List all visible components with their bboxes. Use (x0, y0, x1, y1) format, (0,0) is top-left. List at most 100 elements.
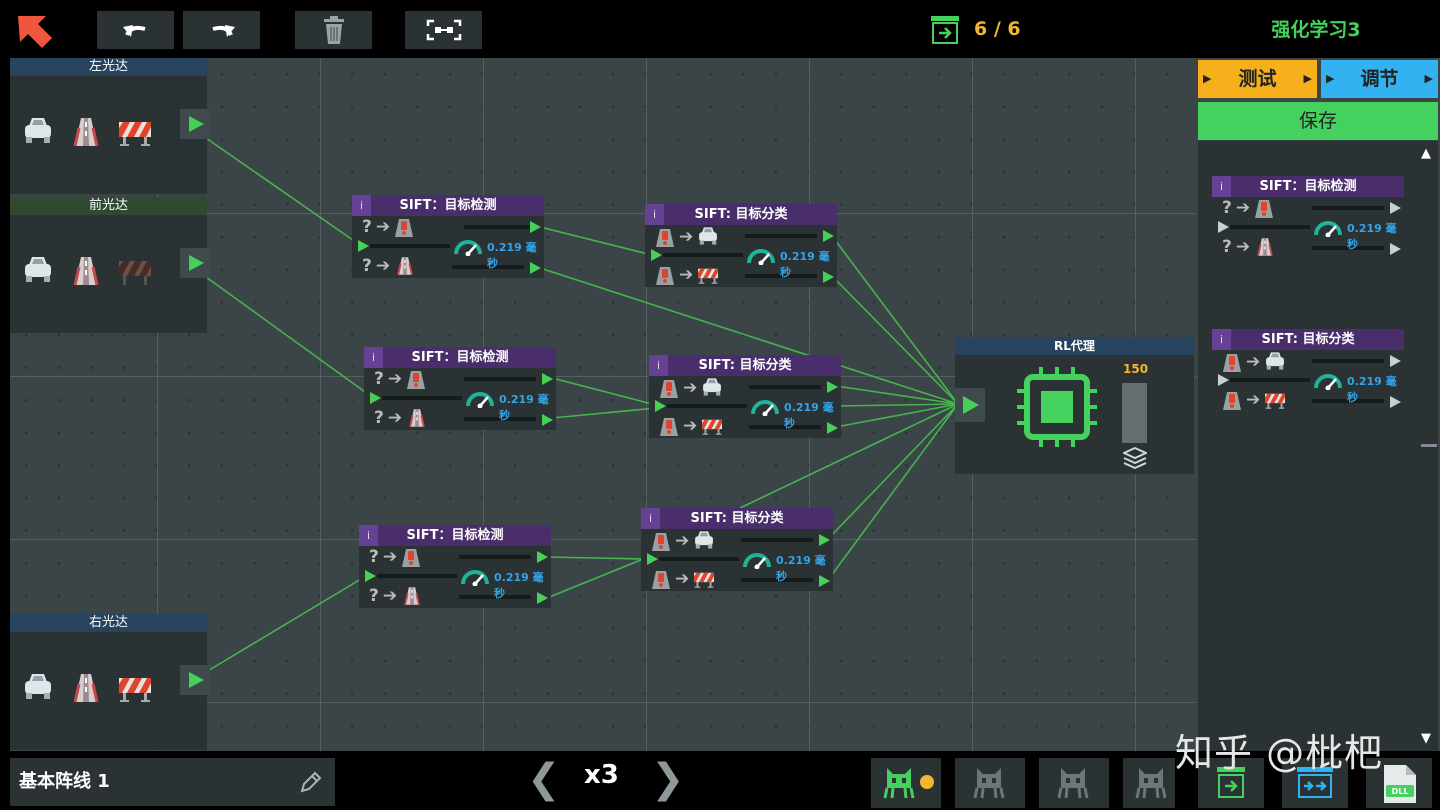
pencil-icon[interactable] (299, 770, 323, 794)
output-port[interactable] (180, 665, 210, 695)
pedestrian-sign-icon (73, 672, 99, 704)
sift-detect-node[interactable]: i SIFT：目标检测 ? ➔ ? ➔ 0.219 毫秒 (359, 525, 551, 608)
unknown-icon: ? (1222, 198, 1232, 218)
output-port (1390, 243, 1401, 255)
barrier-disabled-icon (119, 261, 151, 285)
robot-slot[interactable] (1039, 758, 1109, 808)
pedestrian-sign-icon (1257, 237, 1273, 257)
play-icon (189, 672, 204, 688)
input-port[interactable] (647, 553, 658, 565)
output-port[interactable] (819, 575, 830, 587)
lidar-front[interactable]: 前光达 (10, 197, 210, 333)
input-port[interactable] (370, 392, 381, 404)
output-port[interactable] (542, 414, 553, 426)
robot-slot[interactable] (955, 758, 1025, 808)
gauge-icon (747, 249, 775, 265)
rl-agent-node[interactable]: RL代理 150 (955, 337, 1194, 474)
info-icon[interactable]: i (649, 355, 668, 376)
dll-file-icon: DLL (1384, 765, 1416, 803)
sift-detect-node[interactable]: i SIFT：目标检测 ? ➔ ? ➔ 0.219 毫秒 (364, 347, 556, 430)
trash-icon (323, 16, 344, 44)
output-port[interactable] (180, 248, 210, 278)
lidar-left[interactable]: 左光达 (10, 58, 210, 194)
library-item-detect[interactable]: i SIFT：目标检测 ? ➔ ? ➔ 0.219 毫秒 (1212, 176, 1404, 259)
play-icon: ▶ (1303, 72, 1312, 85)
layout-name: 基本阵线 1 (19, 771, 110, 792)
lidar-right[interactable]: 右光达 (10, 614, 210, 750)
tab-test[interactable]: ▶ 测试 ▶ (1198, 60, 1317, 98)
scrollbar-thumb[interactable] (1421, 444, 1437, 447)
sift-classify-node[interactable]: i SIFT: 目标分类 ➔ ➔ 0.219 毫秒 (645, 204, 837, 287)
chip-icon (1017, 367, 1097, 447)
exit-chip-icon (930, 15, 960, 49)
output-port[interactable] (537, 592, 548, 604)
sift-classify-node[interactable]: i SIFT: 目标分类 ➔ ➔ 0.219 毫秒 (649, 355, 841, 438)
level-title: 强化学习3 (1271, 19, 1361, 41)
input-port[interactable] (955, 388, 985, 422)
speed-increase-button[interactable]: ❯ (651, 756, 685, 802)
watermark: 知乎 @枇杷 (1175, 731, 1384, 775)
reward-meter (1122, 383, 1147, 443)
arrow-icon: ➔ (683, 416, 698, 436)
pedestrian-sign-icon (73, 116, 99, 148)
arrow-icon: ➔ (675, 569, 690, 589)
output-port[interactable] (537, 551, 548, 563)
robot-slot[interactable] (1123, 758, 1175, 808)
info-icon[interactable]: i (364, 347, 383, 368)
delete-button[interactable] (295, 11, 372, 49)
speed-decrease-button[interactable]: ❮ (527, 756, 561, 802)
input-port[interactable] (358, 240, 369, 252)
output-port[interactable] (819, 534, 830, 546)
robot-slot-active[interactable] (871, 758, 941, 808)
info-icon[interactable]: i (1212, 176, 1231, 197)
arrow-icon: ➔ (683, 378, 698, 398)
input-port[interactable] (651, 249, 662, 261)
scroll-down-icon[interactable]: ▼ (1421, 731, 1431, 746)
output-port[interactable] (180, 109, 210, 139)
node-title: SIFT：目标检测 (1259, 179, 1357, 194)
output-port[interactable] (823, 271, 834, 283)
output-port[interactable] (542, 373, 553, 385)
undo-button[interactable] (97, 11, 174, 49)
output-port[interactable] (530, 262, 541, 274)
info-icon[interactable]: i (1212, 329, 1231, 350)
tab-tune[interactable]: ▶ 调节 ▶ (1321, 60, 1438, 98)
hazard-icon (652, 533, 670, 551)
arrow-icon: ➔ (375, 217, 391, 237)
library-item-classify[interactable]: i SIFT: 目标分类 ➔ ➔ 0.219 毫秒 (1212, 329, 1404, 412)
redo-button[interactable] (183, 11, 260, 49)
unknown-icon: ? (1222, 237, 1232, 257)
layout-name-field[interactable]: 基本阵线 1 (10, 758, 335, 806)
input-port[interactable] (655, 400, 666, 412)
info-icon[interactable]: i (359, 525, 378, 546)
play-icon: ▶ (1326, 72, 1335, 85)
hazard-icon (656, 229, 674, 247)
barrier-icon (694, 572, 715, 588)
arrow-icon: ➔ (675, 531, 690, 551)
info-icon[interactable]: i (641, 508, 660, 529)
output-port[interactable] (530, 221, 541, 233)
pedestrian-sign-icon (404, 586, 420, 606)
info-icon[interactable]: i (645, 204, 664, 225)
reward-value: 150 (1123, 362, 1149, 376)
sift-classify-node[interactable]: i SIFT: 目标分类 ➔ ➔ 0.219 毫秒 (641, 508, 833, 591)
input-port[interactable] (365, 570, 376, 582)
status-dot (920, 775, 934, 789)
arrow-icon: ➔ (1246, 390, 1261, 410)
unknown-icon: ? (362, 217, 372, 237)
output-port[interactable] (827, 381, 838, 393)
output-port[interactable] (823, 230, 834, 242)
layers-icon[interactable] (1123, 447, 1147, 469)
tab-label: 调节 (1360, 68, 1399, 90)
node-title: SIFT: 目标分类 (1261, 332, 1355, 347)
output-port[interactable] (827, 422, 838, 434)
play-icon (189, 255, 204, 271)
sift-detect-node[interactable]: i SIFT：目标检测 ? ➔ ? ➔ 0.219 毫秒 (352, 195, 544, 278)
save-button[interactable]: 保存 (1198, 102, 1438, 140)
play-icon: ▶ (1203, 72, 1212, 85)
barrier-icon (119, 678, 151, 702)
back-arrow-icon[interactable] (14, 12, 54, 56)
scroll-up-icon[interactable]: ▲ (1421, 146, 1431, 161)
info-icon[interactable]: i (352, 195, 371, 216)
fit-view-button[interactable] (405, 11, 482, 49)
